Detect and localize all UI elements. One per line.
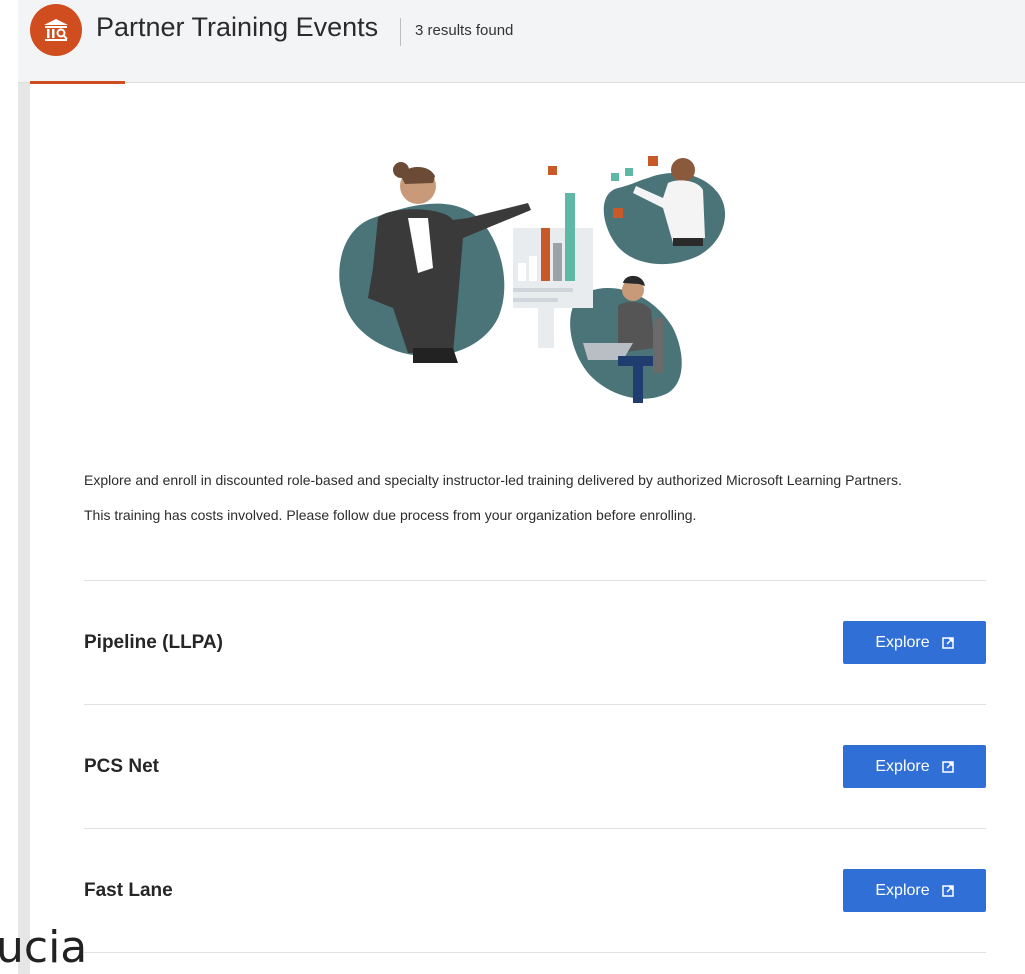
explore-pipeline-button[interactable]: Explore	[843, 621, 986, 664]
partner-name: Pipeline (LLPA)	[84, 632, 223, 653]
cost-notice: This training has costs involved. Please…	[84, 507, 697, 523]
partner-name: Fast Lane	[84, 880, 173, 901]
row-divider	[84, 704, 986, 705]
overlay-caption-text: ucia	[0, 922, 88, 973]
external-link-icon	[941, 760, 954, 773]
explore-button-label: Explore	[875, 633, 930, 651]
section-divider	[84, 580, 986, 581]
row-divider	[84, 828, 986, 829]
explore-pcs-net-button[interactable]: Explore	[843, 745, 986, 788]
page-title: Partner Training Events	[96, 12, 379, 42]
header-divider	[400, 18, 401, 46]
explore-button-label: Explore	[875, 757, 930, 775]
page-header: Partner Training Events 3 results found	[18, 0, 1025, 83]
partner-name: PCS Net	[84, 756, 159, 777]
explore-fast-lane-button[interactable]: Explore	[843, 869, 986, 912]
explore-button-label: Explore	[875, 881, 930, 899]
row-divider	[84, 952, 986, 953]
intro-description: Explore and enroll in discounted role-ba…	[84, 472, 902, 488]
training-illustration	[339, 156, 726, 403]
classroom-icon	[30, 4, 82, 56]
page-left-edge	[18, 0, 30, 974]
intro-text: Explore and enroll in discounted role-ba…	[84, 470, 964, 540]
external-link-icon	[941, 884, 954, 897]
external-link-icon	[941, 636, 954, 649]
results-count: 3 results found	[415, 22, 514, 39]
